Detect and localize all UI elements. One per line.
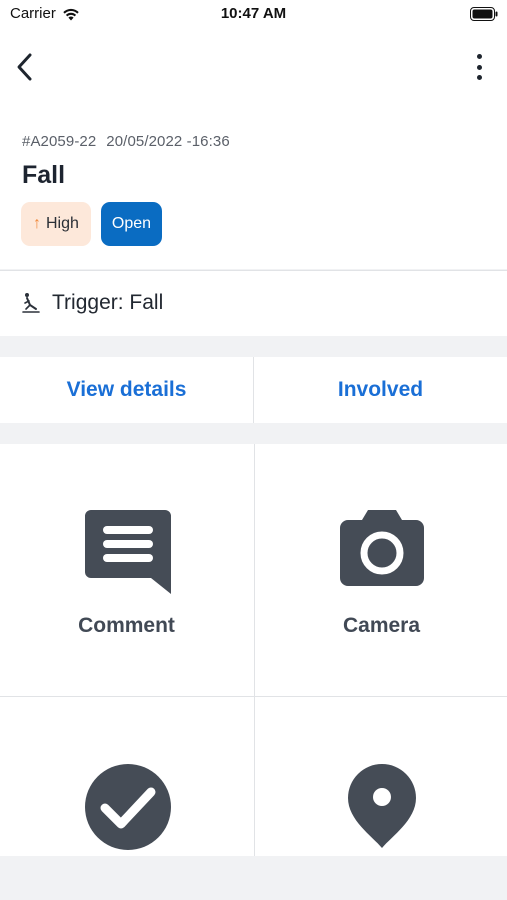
- incident-header: #A2059-22 20/05/2022 -16:36 Fall ↑ High O…: [0, 105, 507, 269]
- comment-label: Comment: [78, 614, 175, 637]
- priority-label: High: [46, 215, 79, 232]
- check-circle-icon: [85, 764, 171, 850]
- tabs-row: View details Involved: [0, 357, 507, 423]
- bottom-area: [0, 856, 507, 900]
- status-badge[interactable]: Open: [100, 202, 163, 246]
- view-details-button[interactable]: View details: [0, 357, 253, 423]
- status-bar: Carrier 10:47 AM: [0, 0, 507, 30]
- fall-icon: [22, 293, 40, 313]
- arrow-up-icon: ↑: [33, 215, 41, 232]
- chevron-left-icon: [17, 53, 32, 81]
- more-options-button[interactable]: [469, 52, 489, 82]
- priority-badge[interactable]: ↑ High: [21, 202, 91, 246]
- grid-horizontal-divider: [0, 696, 507, 697]
- trigger-row: Trigger: Fall: [0, 270, 507, 336]
- trigger-label: Trigger: Fall: [52, 291, 164, 314]
- incident-meta: #A2059-22 20/05/2022 -16:36: [22, 133, 230, 150]
- resolve-action[interactable]: [0, 697, 253, 856]
- comment-action[interactable]: Comment: [0, 444, 253, 696]
- grid-vertical-divider: [254, 444, 255, 856]
- battery-icon: [470, 7, 498, 21]
- more-vertical-icon: [476, 54, 482, 59]
- camera-icon: [340, 510, 424, 586]
- badges: ↑ High Open: [21, 202, 163, 246]
- back-button[interactable]: [10, 50, 38, 84]
- comment-icon: [85, 510, 171, 594]
- nav-bar: [0, 30, 507, 105]
- incident-id: #A2059-22: [22, 133, 97, 150]
- camera-action[interactable]: Camera: [255, 444, 507, 696]
- incident-datetime: 20/05/2022 -16:36: [106, 133, 230, 150]
- location-action[interactable]: [255, 697, 507, 856]
- location-pin-icon: [348, 764, 416, 848]
- page-title: Fall: [22, 161, 66, 189]
- status-time: 10:47 AM: [220, 5, 287, 22]
- status-label: Open: [111, 215, 152, 232]
- involved-button[interactable]: Involved: [253, 357, 507, 423]
- camera-label: Camera: [342, 614, 421, 637]
- actions-grid: Comment Camera: [0, 444, 507, 856]
